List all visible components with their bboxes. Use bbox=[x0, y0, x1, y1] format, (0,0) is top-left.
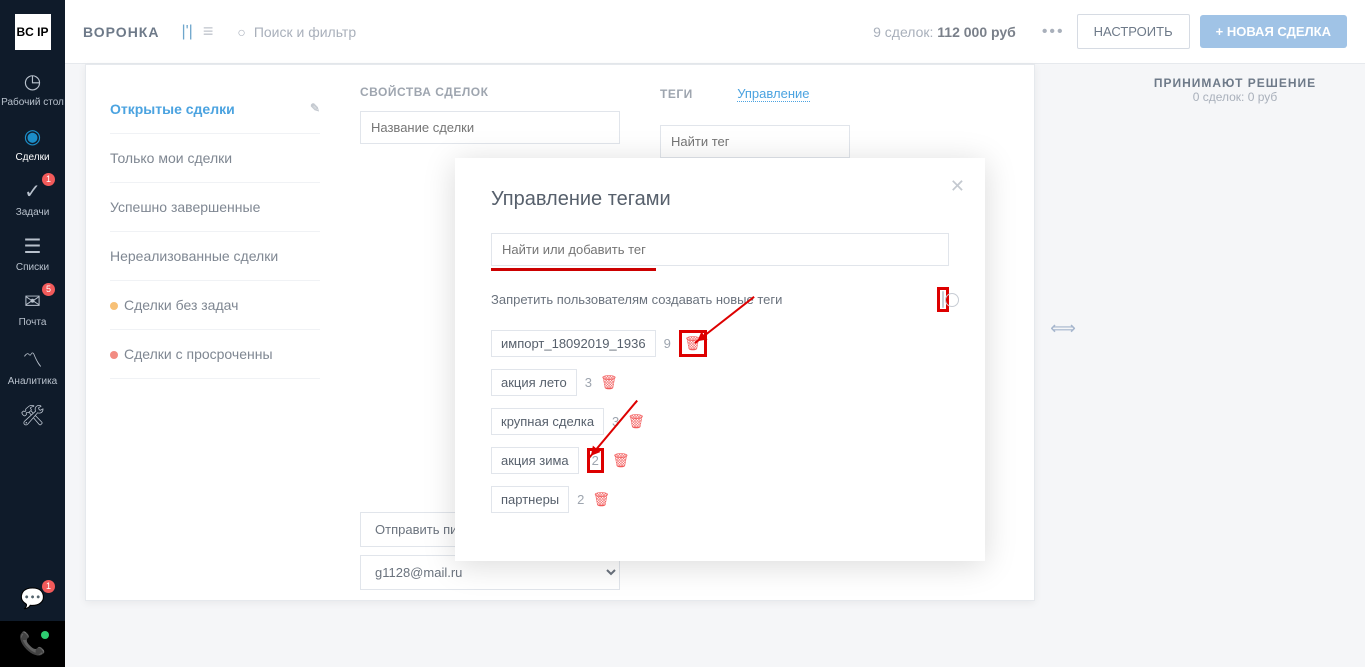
tag-count: 9 bbox=[664, 336, 671, 351]
annotation-box bbox=[937, 287, 949, 312]
tag-count: 3 bbox=[585, 375, 592, 390]
annotation-underline bbox=[491, 268, 656, 271]
restrict-toggle[interactable] bbox=[942, 291, 944, 308]
tag-row: импорт_18092019_19369🗑 bbox=[491, 330, 949, 357]
tag-row: акция лето 3 🗑 bbox=[491, 369, 949, 396]
restrict-label: Запретить пользователям создавать новые … bbox=[491, 292, 782, 307]
tag-row: акция зима2🗑 bbox=[491, 447, 949, 474]
tag-row: крупная сделка3🗑 bbox=[491, 408, 949, 435]
trash-icon[interactable]: 🗑 bbox=[612, 452, 630, 469]
trash-icon[interactable]: 🗑 bbox=[592, 491, 610, 508]
tag-name[interactable]: акция зима bbox=[491, 447, 579, 474]
tag-name[interactable]: импорт_18092019_1936 bbox=[491, 330, 656, 357]
tag-row: партнеры 2 🗑 bbox=[491, 486, 949, 513]
tag-add-input[interactable] bbox=[491, 233, 949, 266]
tag-count: 2 bbox=[577, 492, 584, 507]
tag-name[interactable]: партнеры bbox=[491, 486, 569, 513]
close-icon[interactable]: ✕ bbox=[950, 176, 965, 197]
overlay: ✕ Управление тегами Запретить пользовате… bbox=[0, 0, 1365, 667]
tag-manage-modal: ✕ Управление тегами Запретить пользовате… bbox=[455, 158, 985, 561]
tag-name[interactable]: крупная сделка bbox=[491, 408, 604, 435]
tag-name[interactable]: акция лето bbox=[491, 369, 577, 396]
trash-icon[interactable]: 🗑 bbox=[600, 374, 618, 391]
trash-icon[interactable]: 🗑 bbox=[627, 413, 645, 430]
modal-title: Управление тегами bbox=[491, 188, 949, 211]
